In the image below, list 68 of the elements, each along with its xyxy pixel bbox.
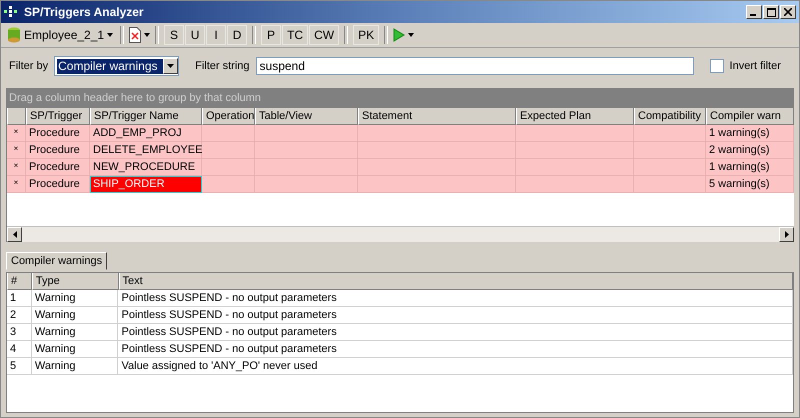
table-cell: Pointless SUSPEND - no output parameters — [118, 341, 793, 358]
table-cell: Warning — [32, 358, 118, 375]
table-cell: Pointless SUSPEND - no output parameters — [118, 290, 793, 307]
filter-string-label: Filter string — [195, 60, 250, 72]
table-cell: Pointless SUSPEND - no output parameters — [118, 307, 793, 324]
document-error-icon[interactable] — [129, 27, 142, 43]
horizontal-scrollbar[interactable] — [7, 226, 794, 242]
filter-by-dropdown[interactable]: Compiler warnings — [54, 56, 180, 76]
table-row[interactable]: × Procedure SHIP_ORDER 5 warning(s) — [7, 176, 794, 193]
toolbar-toggle[interactable]: U — [185, 25, 206, 45]
caret-icon[interactable] — [144, 33, 150, 37]
column-header[interactable]: Text — [118, 273, 793, 290]
database-name: Employee_2_1 — [24, 28, 104, 42]
group-by-hint: Drag a column header here to group by that column — [9, 92, 261, 104]
column-header[interactable]: Table/View — [255, 108, 358, 125]
table-cell: SHIP_ORDER — [90, 176, 202, 193]
table-cell: Warning — [32, 307, 118, 324]
table-cell: Warning — [32, 324, 118, 341]
column-header[interactable]: Compiler warn — [706, 108, 794, 125]
caret-icon — [167, 64, 174, 68]
close-icon — [784, 8, 792, 16]
column-header[interactable]: Compatibility — [634, 108, 706, 125]
column-header[interactable]: SP/Trigger Name — [90, 108, 202, 125]
scroll-left-button[interactable] — [7, 227, 22, 242]
maximize-button[interactable] — [763, 5, 779, 19]
table-cell: Warning — [32, 341, 118, 358]
left-arrow-icon — [12, 231, 16, 238]
close-button[interactable] — [780, 5, 796, 19]
table-cell: Warning — [32, 290, 118, 307]
column-header[interactable]: SP/Trigger — [26, 108, 90, 125]
toolbar-toggle[interactable]: CW — [309, 25, 340, 45]
maximize-icon — [766, 8, 776, 16]
table-cell: Value assigned to 'ANY_PO' never used — [118, 358, 793, 375]
table-cell: 4 — [7, 341, 32, 358]
toolbar-toggle[interactable]: TC — [282, 25, 308, 45]
compiler-warnings-tab[interactable]: Compiler warnings — [6, 252, 108, 270]
table-cell: 1 — [7, 290, 32, 307]
caret-icon — [107, 33, 114, 37]
invert-filter-label: Invert filter — [730, 60, 781, 72]
toolbar-toggle[interactable]: D — [227, 25, 248, 45]
table-cell: 5 warning(s) — [706, 176, 794, 193]
app-icon — [4, 6, 20, 18]
database-icon — [7, 27, 21, 43]
filter-string-field[interactable]: suspend — [256, 57, 694, 75]
table-row[interactable]: × Procedure DELETE_EMPLOYEE 2 warning(s) — [7, 142, 794, 159]
window-title: SP/Triggers Analyzer — [24, 5, 144, 19]
toolbar-toggle[interactable]: S — [164, 25, 184, 45]
column-header[interactable]: Type — [32, 273, 118, 290]
database-dropdown[interactable]: Employee_2_1 — [5, 27, 116, 43]
toolbar-toggle[interactable]: I — [206, 25, 226, 45]
table-cell: 5 — [7, 358, 32, 375]
invert-filter-checkbox[interactable] — [710, 59, 724, 73]
table-row[interactable]: × Procedure NEW_PROCEDURE 1 warning(s) — [7, 159, 794, 176]
column-header[interactable]: # — [7, 273, 32, 290]
filter-by-label: Filter by — [9, 60, 48, 72]
column-header[interactable]: Operation — [202, 108, 255, 125]
toolbar-toggle[interactable]: PK — [353, 25, 380, 45]
scroll-right-button[interactable] — [779, 227, 794, 242]
table-row[interactable]: × Procedure ADD_EMP_PROJ 1 warning(s) — [7, 125, 794, 142]
table-cell: Pointless SUSPEND - no output parameters — [118, 324, 793, 341]
caret-icon[interactable] — [408, 33, 414, 37]
column-header[interactable]: Statement — [358, 108, 516, 125]
minimize-button[interactable] — [746, 5, 762, 19]
toolbar-toggle[interactable]: P — [261, 25, 282, 45]
table-cell: 3 — [7, 324, 32, 341]
table-cell: 2 — [7, 307, 32, 324]
column-header[interactable]: Expected Plan — [516, 108, 634, 125]
right-arrow-icon — [784, 231, 788, 238]
